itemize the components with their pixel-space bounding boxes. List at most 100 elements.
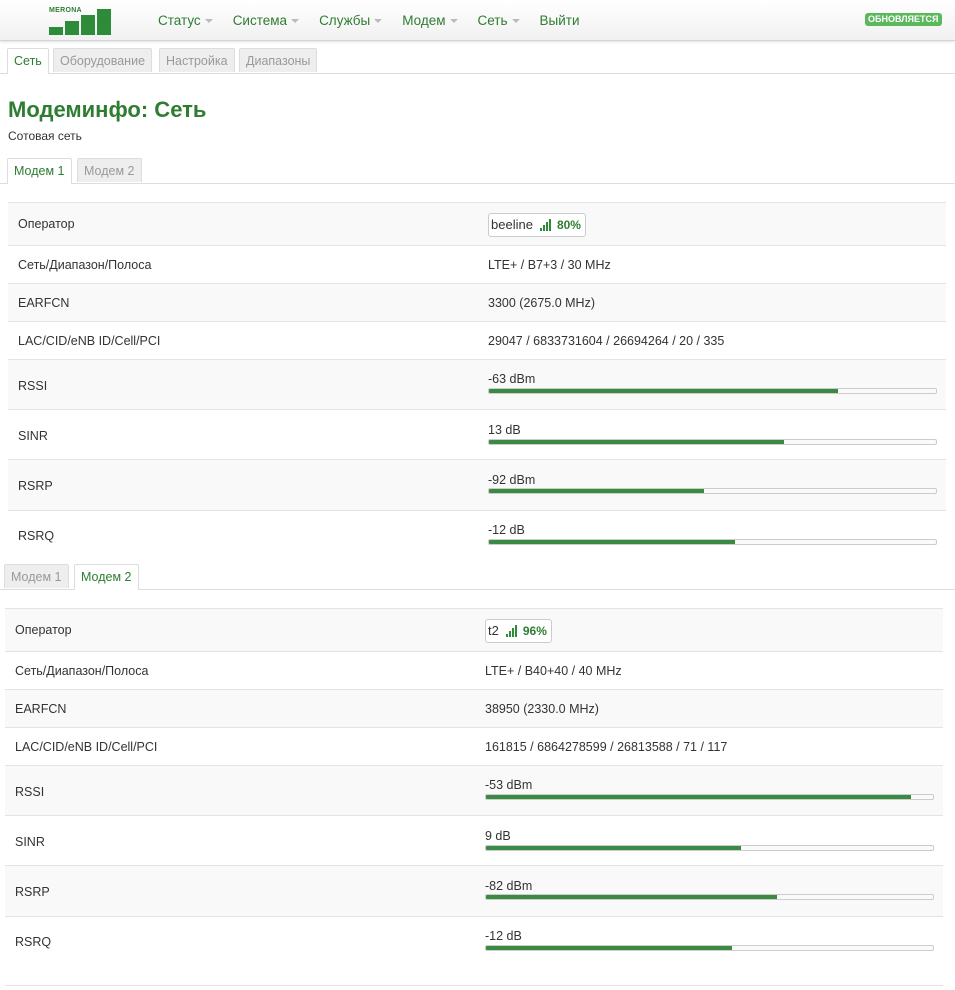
meter-fill (489, 489, 704, 493)
rsrp-value: -92 dBm (488, 473, 536, 487)
operator-name: t2 (488, 623, 499, 638)
meter-fill (489, 440, 785, 444)
table-row-sinr: SINR 9 dB (5, 816, 943, 866)
top-navbar: MERONA Статус Система Службы Модем Сеть … (0, 0, 955, 41)
operator-badge: t2 96% (485, 619, 552, 643)
row-label: SINR (15, 835, 45, 849)
tab-modem-1[interactable]: Модем 1 (7, 158, 72, 184)
table-row-earfcn: EARFCN 38950 (2330.0 MHz) (5, 690, 943, 728)
rssi-meter (488, 388, 937, 394)
tab-modem-2[interactable]: Модем 2 (74, 564, 139, 590)
tab-bands[interactable]: Диапазоны (239, 48, 318, 72)
meter-fill (486, 795, 911, 799)
table-row-rsrq: RSRQ -12 dB (5, 917, 943, 985)
updating-badge: ОБНОВЛЯЕТСЯ (865, 13, 942, 26)
row-label: EARFCN (18, 296, 70, 310)
meter-fill (486, 846, 741, 850)
rsrp-meter (488, 488, 937, 494)
table-row-rssi: RSSI -53 dBm (5, 766, 943, 816)
modem-tabs-2: Модем 1 Модем 2 (0, 564, 955, 590)
table-row-sinr: SINR 13 dB (8, 410, 946, 460)
cell-value: 29047 / 6833731604 / 26694264 / 20 / 335 (488, 334, 725, 348)
signal-percent: 80% (556, 218, 581, 232)
rssi-meter (485, 794, 934, 800)
row-label: SINR (18, 429, 48, 443)
rsrq-meter (488, 539, 937, 545)
table-row-rssi: RSSI -63 dBm (8, 360, 946, 410)
meter-fill (486, 895, 777, 899)
table-row-network: Сеть/Диапазон/Полоса LTE+ / B7+3 / 30 MH… (8, 246, 946, 284)
tab-network[interactable]: Сеть (7, 48, 49, 74)
network-value: LTE+ / B40+40 / 40 MHz (485, 664, 622, 678)
merona-logo[interactable]: MERONA (49, 7, 111, 37)
table-row-operator: Оператор beeline 80% (8, 203, 946, 246)
row-label: LAC/CID/eNB ID/Cell/PCI (15, 740, 158, 754)
cell-value: 161815 / 6864278599 / 26813588 / 71 / 11… (485, 740, 728, 754)
signal-bars-icon (539, 219, 551, 231)
caret-down-icon (449, 18, 458, 23)
sinr-value: 13 dB (488, 423, 521, 437)
row-label: Сеть/Диапазон/Полоса (15, 664, 149, 678)
table-bottom-divider (5, 985, 943, 986)
rsrq-value: -12 dB (485, 929, 522, 943)
caret-down-icon (511, 18, 520, 23)
table-row-operator: Оператор t2 96% (5, 609, 943, 652)
row-label: Сеть/Диапазон/Полоса (18, 258, 152, 272)
table-row-network: Сеть/Диапазон/Полоса LTE+ / B40+40 / 40 … (5, 652, 943, 690)
earfcn-value: 38950 (2330.0 MHz) (485, 702, 599, 716)
table-row-rsrp: RSRP -82 dBm (5, 866, 943, 917)
main-menu: Статус Система Службы Модем Сеть Выйти (150, 0, 592, 40)
meter-fill (489, 389, 838, 393)
rsrp-meter (485, 894, 934, 900)
page-subtitle: Сотовая сеть (8, 129, 82, 143)
sinr-meter (485, 845, 934, 851)
menu-system[interactable]: Система (225, 13, 307, 28)
table-row-rsrp: RSRP -92 dBm (8, 460, 946, 511)
row-label: RSSI (15, 785, 45, 799)
modem-2-table: Оператор t2 96% Сеть/Диапазон/Полоса LTE… (5, 608, 943, 986)
row-label: RSRP (18, 479, 53, 493)
row-label: EARFCN (15, 702, 67, 716)
tab-modem-2[interactable]: Модем 2 (77, 158, 142, 182)
row-label: Оператор (15, 623, 72, 637)
logo-bars-icon (49, 9, 111, 35)
table-row-rsrq: RSRQ -12 dB (8, 511, 946, 561)
operator-name: beeline (491, 217, 533, 232)
table-row-earfcn: EARFCN 3300 (2675.0 MHz) (8, 284, 946, 322)
table-row-cell: LAC/CID/eNB ID/Cell/PCI 29047 / 68337316… (8, 322, 946, 360)
menu-logout[interactable]: Выйти (532, 13, 588, 28)
menu-network[interactable]: Сеть (470, 13, 528, 28)
rssi-value: -63 dBm (488, 372, 536, 386)
modem-1-table: Оператор beeline 80% Сеть/Диапазон/Полос… (8, 202, 946, 561)
table-row-cell: LAC/CID/eNB ID/Cell/PCI 161815 / 6864278… (5, 728, 943, 766)
rsrq-value: -12 dB (488, 523, 525, 537)
row-label: Оператор (18, 217, 75, 231)
menu-modem[interactable]: Модем (394, 13, 465, 28)
menu-status[interactable]: Статус (150, 13, 221, 28)
meter-fill (489, 540, 735, 544)
row-label: RSRP (15, 885, 50, 899)
caret-down-icon (374, 18, 383, 23)
tab-hardware[interactable]: Оборудование (53, 48, 153, 72)
tab-modem-1[interactable]: Модем 1 (4, 564, 69, 588)
page-tabs: Сеть Оборудование Настройка Диапазоны (0, 48, 955, 74)
row-label: RSRQ (15, 935, 52, 949)
caret-down-icon (291, 18, 300, 23)
signal-bars-icon (505, 625, 517, 637)
row-label: RSRQ (18, 529, 55, 543)
sinr-value: 9 dB (485, 829, 511, 843)
page-title: Модеминфо: Сеть (8, 97, 207, 122)
rsrp-value: -82 dBm (485, 879, 533, 893)
sinr-meter (488, 439, 937, 445)
meter-fill (486, 946, 732, 950)
network-value: LTE+ / B7+3 / 30 MHz (488, 258, 611, 272)
modem-tabs-1: Модем 1 Модем 2 (0, 158, 955, 184)
row-label: RSSI (18, 379, 48, 393)
row-label: LAC/CID/eNB ID/Cell/PCI (18, 334, 161, 348)
tab-settings[interactable]: Настройка (159, 48, 235, 72)
signal-percent: 96% (522, 624, 547, 638)
menu-services[interactable]: Службы (311, 13, 390, 28)
caret-down-icon (204, 18, 213, 23)
earfcn-value: 3300 (2675.0 MHz) (488, 296, 596, 310)
rssi-value: -53 dBm (485, 778, 533, 792)
